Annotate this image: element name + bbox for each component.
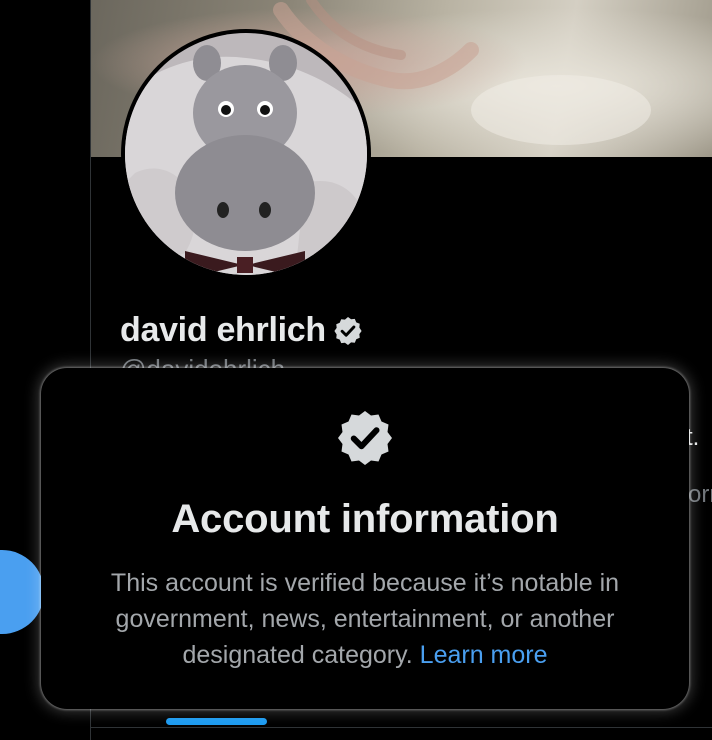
- meta-text-fragment: orn: [688, 481, 712, 508]
- display-name-text: david ehrlich: [120, 311, 326, 349]
- account-information-popover: Account information This account is veri…: [41, 368, 689, 709]
- verified-badge-icon: [335, 408, 395, 468]
- profile-page: david ehrlich @davidehrlich t. orn Accou…: [0, 0, 712, 740]
- popover-title: Account information: [171, 497, 559, 541]
- profile-handle: @davidehrlich: [120, 356, 285, 368]
- tabs-divider: [91, 727, 712, 728]
- verified-badge-icon[interactable]: [332, 315, 364, 347]
- popover-description: This account is verified because it’s no…: [81, 565, 649, 673]
- active-tab-indicator: [166, 718, 267, 725]
- profile-avatar[interactable]: [121, 29, 371, 279]
- learn-more-link[interactable]: Learn more: [420, 641, 548, 669]
- compose-button[interactable]: [0, 550, 44, 634]
- profile-display-name: david ehrlich: [120, 311, 364, 350]
